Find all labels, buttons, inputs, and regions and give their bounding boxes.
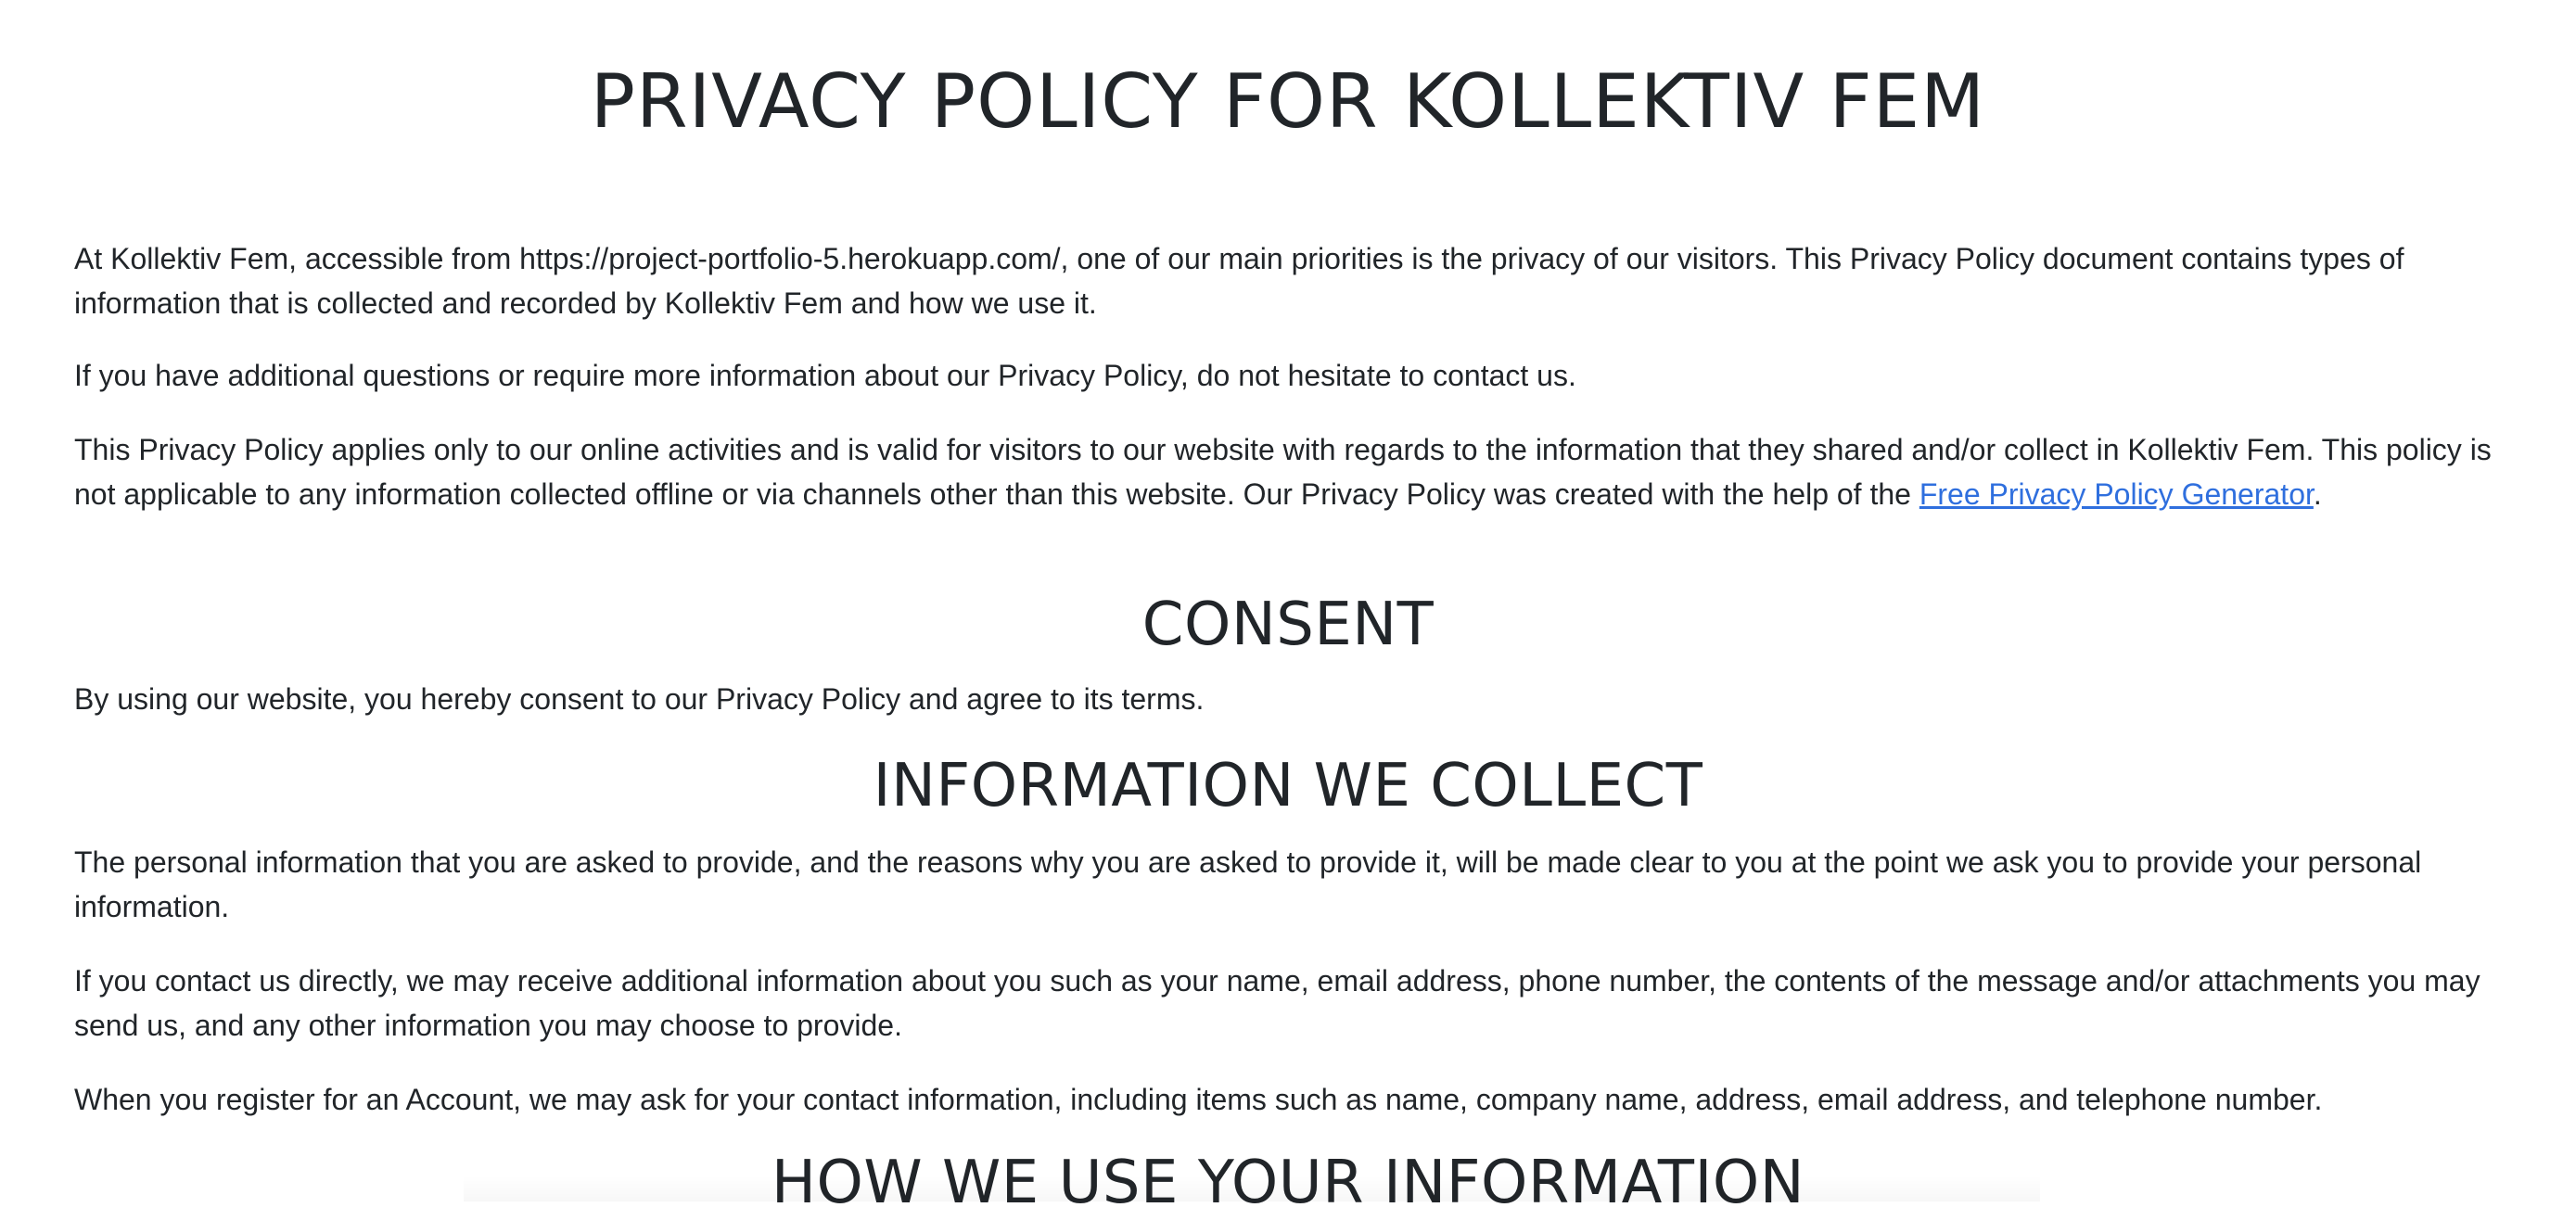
consent-heading: CONSENT [1141, 591, 1435, 659]
how-we-use-your-information-heading: HOW WE USE YOUR INFORMATION [771, 1149, 1805, 1217]
collect-paragraph-2: If you contact us directly, we may recei… [74, 964, 2480, 1042]
intro-paragraph-1: At Kollektiv Fem, accessible from https:… [74, 242, 2404, 320]
page-title: PRIVACY POLICY FOR KOLLEKTIV FEM [590, 58, 1986, 145]
intro-paragraph-3: This Privacy Policy applies only to our … [74, 427, 2504, 516]
intro-paragraph-3-end: . [2313, 477, 2322, 511]
collect-paragraph-3: When you register for an Account, we may… [74, 1083, 2323, 1116]
free-privacy-policy-generator-link[interactable]: Free Privacy Policy Generator [1919, 477, 2314, 511]
privacy-policy-page: PRIVACY POLICY FOR KOLLEKTIV FEM At Koll… [0, 0, 2576, 1217]
collect-paragraph-1: The personal information that you are as… [74, 845, 2422, 923]
intro-paragraph-2: If you have additional questions or requ… [74, 359, 1576, 392]
consent-paragraph: By using our website, you hereby consent… [74, 682, 1205, 716]
information-we-collect-heading: INFORMATION WE COLLECT [873, 752, 1703, 820]
